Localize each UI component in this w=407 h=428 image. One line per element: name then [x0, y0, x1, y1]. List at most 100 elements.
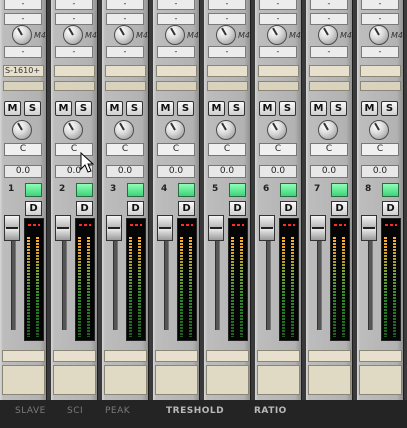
record-arm-button[interactable]: [382, 183, 399, 197]
disk-button[interactable]: D: [178, 201, 195, 216]
send-selector-c[interactable]: -: [208, 46, 246, 58]
disk-button[interactable]: D: [25, 201, 42, 216]
volume-value[interactable]: 0.0: [361, 165, 399, 178]
send-selector-b[interactable]: -: [259, 13, 297, 25]
disk-button[interactable]: D: [229, 201, 246, 216]
send-selector-a[interactable]: -: [259, 0, 297, 10]
output-slot[interactable]: [104, 350, 147, 362]
output-slot[interactable]: [155, 350, 198, 362]
output-slot[interactable]: [257, 350, 300, 362]
mute-button[interactable]: M: [310, 101, 327, 116]
send-selector-c[interactable]: -: [259, 46, 297, 58]
mute-button[interactable]: M: [157, 101, 174, 116]
send-selector-a[interactable]: -: [208, 0, 246, 10]
channel-name-field[interactable]: [308, 365, 351, 395]
volume-fader[interactable]: [55, 215, 71, 241]
pan-value[interactable]: C: [157, 143, 195, 156]
record-arm-button[interactable]: [127, 183, 144, 197]
pan-value[interactable]: C: [310, 143, 348, 156]
output-slot[interactable]: [308, 350, 351, 362]
send-selector-a[interactable]: -: [361, 0, 399, 10]
send-knob[interactable]: [267, 25, 287, 45]
mute-button[interactable]: M: [55, 101, 72, 116]
send-selector-b[interactable]: -: [55, 13, 93, 25]
send-knob[interactable]: [12, 25, 32, 45]
mute-button[interactable]: M: [106, 101, 123, 116]
pan-knob[interactable]: [318, 120, 338, 140]
mute-button[interactable]: M: [4, 101, 21, 116]
solo-button[interactable]: S: [228, 101, 245, 116]
pan-value[interactable]: C: [259, 143, 297, 156]
pan-knob[interactable]: [369, 120, 389, 140]
volume-fader[interactable]: [4, 215, 20, 241]
output-slot[interactable]: [53, 350, 96, 362]
insert-slot-2[interactable]: [207, 81, 248, 91]
record-arm-button[interactable]: [178, 183, 195, 197]
insert-slot-2[interactable]: [309, 81, 350, 91]
volume-fader[interactable]: [157, 215, 173, 241]
send-selector-c[interactable]: -: [4, 46, 42, 58]
volume-value[interactable]: 0.0: [157, 165, 195, 178]
insert-slot-2[interactable]: [156, 81, 197, 91]
pan-knob[interactable]: [63, 120, 83, 140]
channel-name-field[interactable]: [104, 365, 147, 395]
disk-button[interactable]: D: [280, 201, 297, 216]
send-knob[interactable]: [165, 25, 185, 45]
mute-button[interactable]: M: [208, 101, 225, 116]
send-selector-b[interactable]: -: [208, 13, 246, 25]
record-arm-button[interactable]: [280, 183, 297, 197]
insert-slot-2[interactable]: [258, 81, 299, 91]
insert-slot-2[interactable]: [3, 81, 44, 91]
insert-slot-1[interactable]: [309, 65, 350, 77]
record-arm-button[interactable]: [229, 183, 246, 197]
disk-button[interactable]: D: [382, 201, 399, 216]
send-selector-c[interactable]: -: [361, 46, 399, 58]
output-slot[interactable]: [359, 350, 402, 362]
volume-fader[interactable]: [310, 215, 326, 241]
record-arm-button[interactable]: [76, 183, 93, 197]
pan-knob[interactable]: [114, 120, 134, 140]
send-selector-b[interactable]: -: [310, 13, 348, 25]
volume-value[interactable]: 0.0: [259, 165, 297, 178]
channel-name-field[interactable]: [206, 365, 249, 395]
send-selector-b[interactable]: -: [157, 13, 195, 25]
send-knob[interactable]: [318, 25, 338, 45]
send-selector-b[interactable]: -: [4, 13, 42, 25]
send-knob[interactable]: [216, 25, 236, 45]
send-knob[interactable]: [369, 25, 389, 45]
send-knob[interactable]: [63, 25, 83, 45]
insert-slot-2[interactable]: [105, 81, 146, 91]
pan-knob[interactable]: [267, 120, 287, 140]
channel-name-field[interactable]: [53, 365, 96, 395]
send-selector-c[interactable]: -: [106, 46, 144, 58]
insert-slot-2[interactable]: [360, 81, 401, 91]
record-arm-button[interactable]: [331, 183, 348, 197]
solo-button[interactable]: S: [126, 101, 143, 116]
record-arm-button[interactable]: [25, 183, 42, 197]
pan-knob[interactable]: [12, 120, 32, 140]
solo-button[interactable]: S: [330, 101, 347, 116]
volume-value[interactable]: 0.0: [4, 165, 42, 178]
insert-slot-1[interactable]: [207, 65, 248, 77]
disk-button[interactable]: D: [331, 201, 348, 216]
pan-value[interactable]: C: [208, 143, 246, 156]
send-selector-c[interactable]: -: [310, 46, 348, 58]
send-selector-c[interactable]: -: [55, 46, 93, 58]
send-selector-a[interactable]: -: [157, 0, 195, 10]
channel-name-field[interactable]: [2, 365, 45, 395]
solo-button[interactable]: S: [75, 101, 92, 116]
send-selector-a[interactable]: -: [55, 0, 93, 10]
pan-value[interactable]: C: [106, 143, 144, 156]
send-selector-a[interactable]: -: [106, 0, 144, 10]
mute-button[interactable]: M: [259, 101, 276, 116]
disk-button[interactable]: D: [76, 201, 93, 216]
channel-name-field[interactable]: [359, 365, 402, 395]
output-slot[interactable]: [206, 350, 249, 362]
send-selector-a[interactable]: -: [4, 0, 42, 10]
mute-button[interactable]: M: [361, 101, 378, 116]
insert-slot-1[interactable]: S-1610+: [3, 65, 44, 77]
volume-value[interactable]: 0.0: [208, 165, 246, 178]
insert-slot-1[interactable]: [105, 65, 146, 77]
send-selector-c[interactable]: -: [157, 46, 195, 58]
insert-slot-1[interactable]: [258, 65, 299, 77]
